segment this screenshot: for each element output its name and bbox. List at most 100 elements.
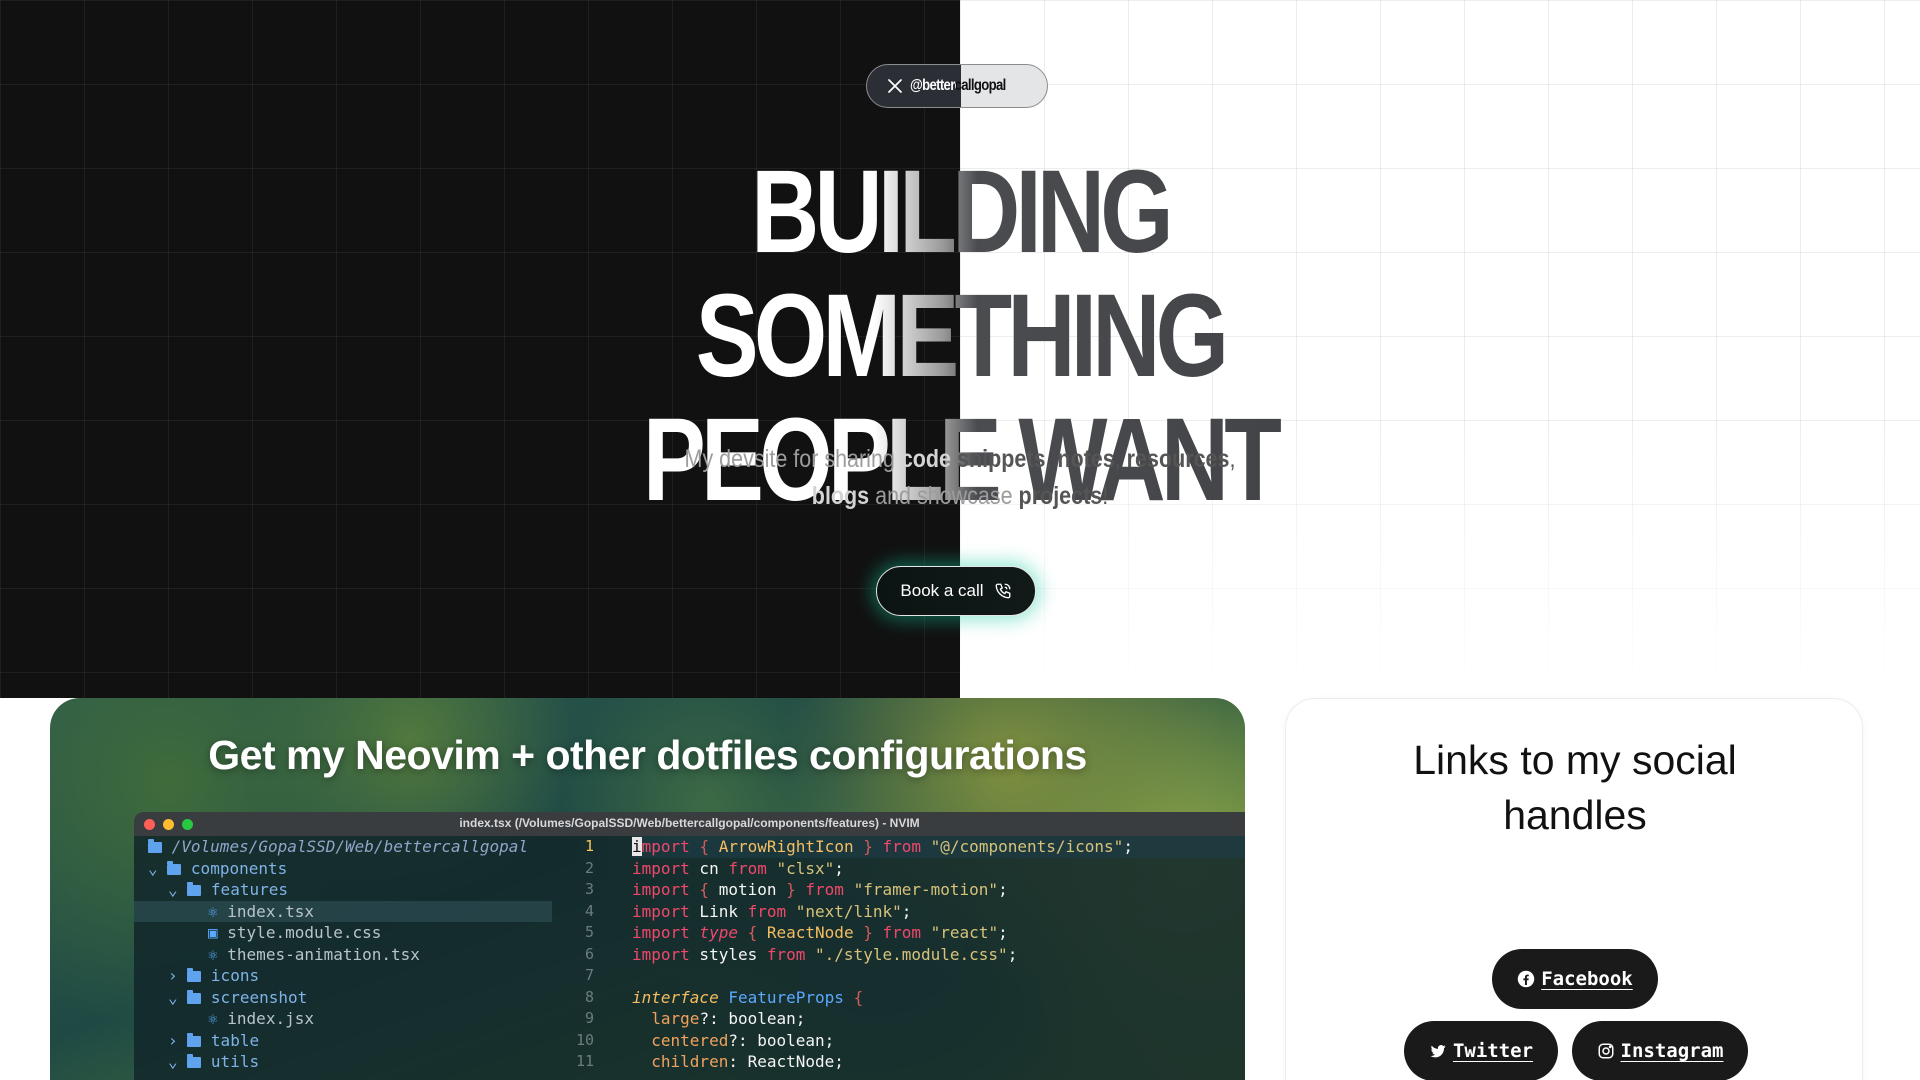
line-number: 1 <box>584 837 594 855</box>
code-token: { <box>737 923 767 942</box>
tree-item-features: ⌄ features <box>134 879 552 901</box>
tree-item-index-jsx: ⚛ index.jsx <box>134 1008 552 1030</box>
subtitle-resources: resources <box>1126 445 1230 473</box>
code-token: ; <box>1123 837 1133 856</box>
code-token: ; <box>834 858 844 878</box>
tree-item-index-tsx: ⚛ index.tsx <box>134 900 552 922</box>
code-token: ?: boolean; <box>699 1009 806 1028</box>
code-token: "framer-motion" <box>843 880 999 899</box>
twitter-handle-link[interactable]: @bettercallgopal <box>866 64 1048 108</box>
twitter-button[interactable]: Twitter <box>1404 1021 1558 1080</box>
tree-item-screenshot: ⌄ screenshot <box>134 987 552 1009</box>
text-cursor: i <box>632 837 642 856</box>
neovim-window: index.tsx (/Volumes/GopalSSD/Web/betterc… <box>134 812 1245 1080</box>
react-file-icon: ⚛ <box>208 901 218 921</box>
code-editor: import { ArrowRightIcon } from "@/compon… <box>632 836 1245 1080</box>
code-line-11: children: ReactNode; <box>632 1051 1245 1073</box>
code-line-8: interface FeatureProps { <box>632 987 1245 1009</box>
file-tree: /Volumes/GopalSSD/Web/bettercallgopal ⌄ … <box>134 836 552 1080</box>
chevron-down-icon: ⌄ <box>168 1052 178 1071</box>
line-number: 3 <box>584 880 594 898</box>
book-call-label: Book a call <box>900 581 984 600</box>
instagram-icon <box>1598 1043 1614 1059</box>
subtitle-comma-2: , <box>1114 445 1121 473</box>
code-token: motion <box>718 880 777 899</box>
subtitle-projects: projects <box>1018 482 1103 510</box>
instagram-button[interactable]: Instagram <box>1572 1021 1748 1080</box>
code-token: "next/link" <box>786 901 902 921</box>
code-token: ; <box>1007 944 1018 964</box>
facebook-icon <box>1517 970 1535 988</box>
code-token: "react" <box>921 923 999 942</box>
code-line-1: import { ArrowRightIcon } from "@/compon… <box>632 836 1245 858</box>
react-file-icon: ⚛ <box>208 944 218 964</box>
code-token: ?: boolean; <box>728 1030 835 1050</box>
tree-label: /Volumes/GopalSSD/Web/bettercallgopal <box>171 837 529 856</box>
hero-subtitle: My devsite for sharing code snippets, no… <box>616 441 1304 515</box>
code-token: { <box>689 837 719 856</box>
subtitle-notes: notes <box>1057 445 1115 473</box>
social-handles-card: Links to my social handles Facebook Twit… <box>1285 698 1863 1080</box>
code-token: from <box>747 901 787 921</box>
code-token: { <box>843 987 864 1007</box>
facebook-label: Facebook <box>1541 968 1633 990</box>
social-title-line-1: Links to my social <box>1413 737 1737 783</box>
window-title: index.tsx (/Volumes/GopalSSD/Web/betterc… <box>459 816 920 830</box>
react-file-icon: ⚛ <box>208 1009 218 1028</box>
line-number: 11 <box>575 1052 594 1070</box>
hero-title-line-1: BUILDING SOMETHING <box>695 146 1225 402</box>
tree-item-table: › table <box>134 1030 552 1052</box>
code-token: large <box>632 1009 700 1028</box>
tree-item-icons: › icons <box>134 965 552 987</box>
code-token: } <box>853 923 883 942</box>
social-card-title: Links to my social handles <box>1286 733 1864 843</box>
line-number: 8 <box>584 987 594 1006</box>
code-token: ; <box>998 923 1008 942</box>
code-token: ReactNode <box>766 923 854 942</box>
code-token: ArrowRightIcon <box>718 837 854 856</box>
line-number: 9 <box>584 1009 594 1027</box>
code-token: "@/components/icons" <box>921 837 1124 856</box>
folder-icon <box>187 989 202 1004</box>
tree-item-components: ⌄ components <box>134 858 552 880</box>
code-token: ; <box>901 901 912 921</box>
folder-icon <box>187 1032 202 1047</box>
instagram-label: Instagram <box>1620 1040 1724 1062</box>
twitter-label: Twitter <box>1452 1040 1534 1062</box>
code-token: "./style.module.css" <box>805 944 1008 964</box>
line-number: 4 <box>584 901 594 920</box>
tree-label: table <box>210 1030 260 1050</box>
code-token: children <box>632 1052 729 1071</box>
twitter-icon <box>1430 1045 1446 1058</box>
subtitle-comma-1: , <box>1045 445 1052 473</box>
code-line-4: import Link from "next/link"; <box>632 901 1245 923</box>
code-token: styles <box>689 944 767 964</box>
line-number: 7 <box>584 966 594 984</box>
facebook-button[interactable]: Facebook <box>1492 949 1658 1009</box>
code-line-9: large?: boolean; <box>632 1008 1245 1030</box>
social-title-line-2: handles <box>1503 792 1647 838</box>
tree-item-utils: ⌄ utils <box>134 1051 552 1073</box>
subtitle-and-showcase: and showcase <box>875 482 1013 510</box>
css-file-icon: ▣ <box>208 923 218 942</box>
handle-text: @bettercallgopal <box>910 77 1006 94</box>
chevron-down-icon: ⌄ <box>168 987 178 1007</box>
tree-item-themes-animation: ⚛ themes-animation.tsx <box>134 944 552 966</box>
dotfiles-card-title: Get my Neovim + other dotfiles configura… <box>208 732 1087 778</box>
subtitle-lead: My devsite for sharing <box>684 445 895 473</box>
code-line-5: import type { ReactNode } from "react"; <box>632 922 1245 944</box>
book-call-button[interactable]: Book a call <box>876 566 1036 616</box>
folder-icon <box>148 839 162 853</box>
code-token: interface <box>632 987 719 1007</box>
phone-icon <box>995 583 1011 599</box>
line-number: 5 <box>584 923 594 941</box>
tree-label: themes-animation.tsx <box>227 944 420 964</box>
tree-label: components <box>190 858 288 878</box>
code-token: from <box>882 837 922 856</box>
folder-icon <box>187 968 202 982</box>
code-token: cn <box>689 858 729 878</box>
tree-item-style-css: ▣ style.module.css <box>134 922 552 944</box>
code-line-10: centered?: boolean; <box>632 1030 1245 1052</box>
line-number: 6 <box>584 944 594 963</box>
tree-label: utils <box>210 1052 260 1071</box>
